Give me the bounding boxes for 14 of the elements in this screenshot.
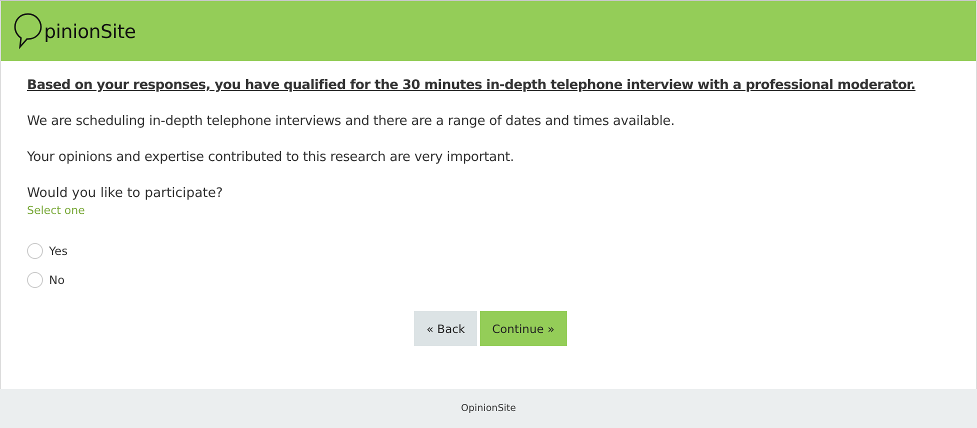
option-label[interactable]: Yes <box>49 244 68 258</box>
continue-button[interactable]: Continue » <box>480 311 567 346</box>
radio-button[interactable] <box>27 242 43 258</box>
logo-text: pinionSite <box>44 21 136 43</box>
speech-bubble-icon <box>13 12 43 50</box>
question-text: Would you like to participate? <box>27 186 224 201</box>
option-label[interactable]: No <box>49 272 65 286</box>
footer-text: OpinionSite <box>461 403 516 414</box>
body-text: Your opinions and expertise contributed to this research are very important. <box>27 150 515 165</box>
qualification-text: Based on your responses, you have qualified for the 30 minutes in-depth telephone interview with a professional moderator. <box>27 78 916 93</box>
body-text: We are scheduling in-depth telephone interviews and there are a range of dates and times available. <box>27 114 676 129</box>
hint-text: Select one <box>27 204 86 217</box>
radio-button[interactable] <box>27 272 43 288</box>
back-button[interactable]: « Back <box>414 311 478 346</box>
